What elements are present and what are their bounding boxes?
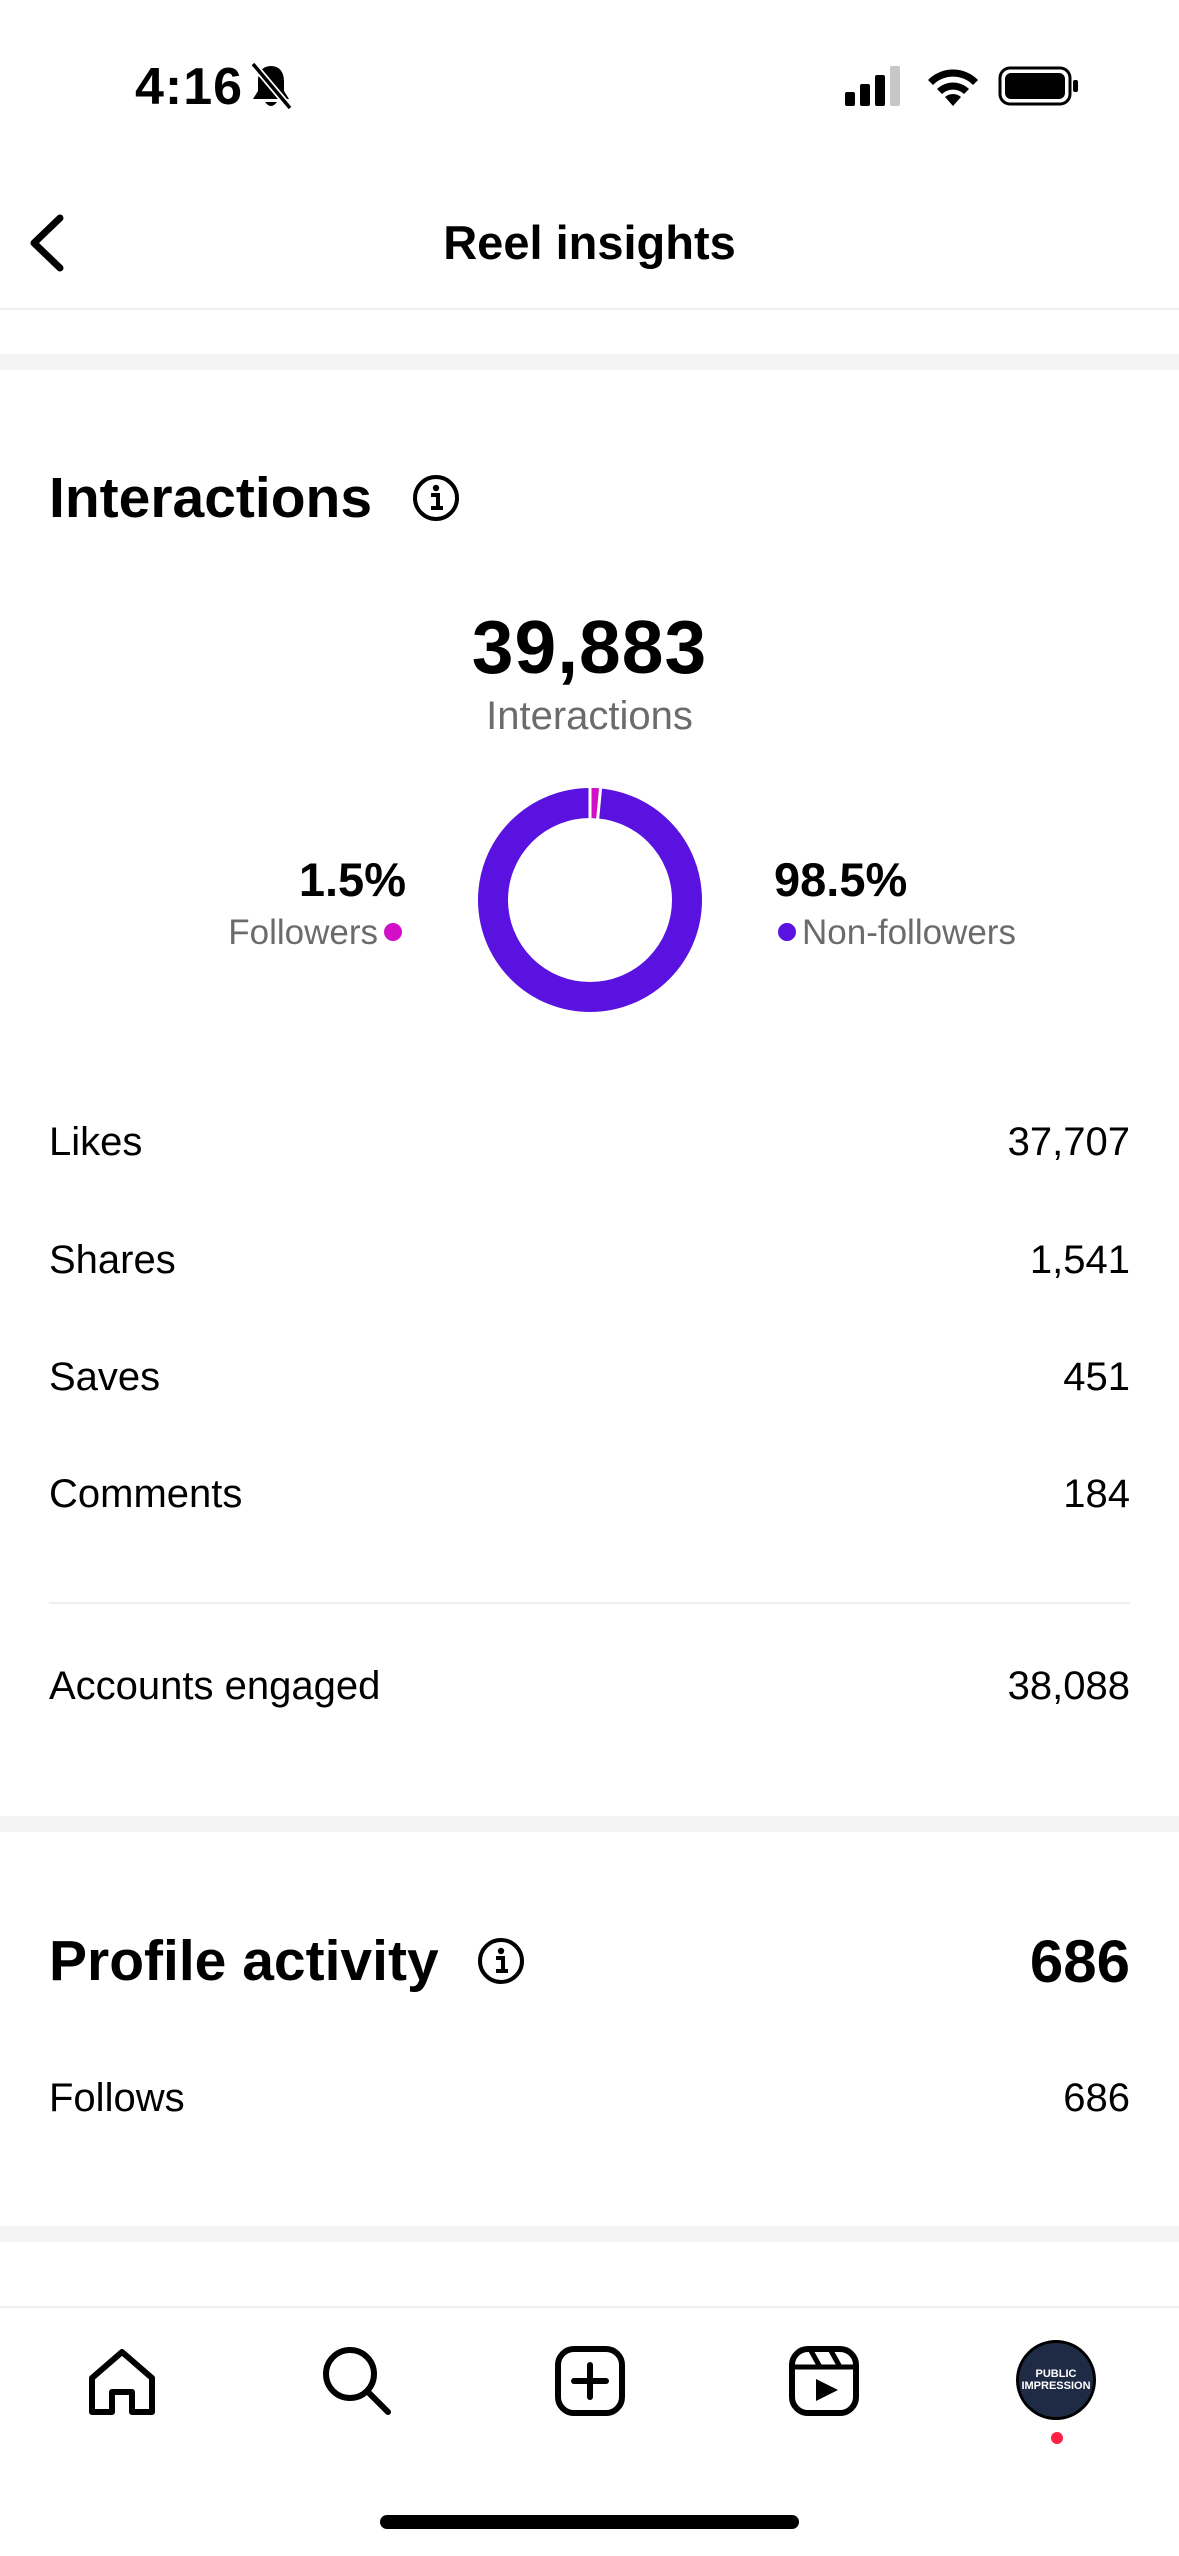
tabbar-divider xyxy=(0,2306,1179,2308)
reels-icon[interactable] xyxy=(786,2343,862,2419)
comments-label: Comments xyxy=(49,1472,243,1516)
notification-dot xyxy=(1051,2432,1063,2444)
accounts-engaged-label: Accounts engaged xyxy=(49,1664,381,1708)
home-icon[interactable] xyxy=(84,2344,160,2420)
cellular-signal-icon xyxy=(845,66,900,106)
avatar-text-line-1: PUBLIC xyxy=(1035,2368,1077,2380)
followers-donut-chart xyxy=(478,788,702,1012)
nonfollowers-percent: 98.5% xyxy=(774,853,908,906)
comments-value: 184 xyxy=(1063,1472,1130,1516)
follows-label: Follows xyxy=(49,2076,185,2120)
section-separator xyxy=(0,2226,1179,2242)
likes-label: Likes xyxy=(49,1120,143,1164)
nonfollowers-legend-dot xyxy=(778,922,796,941)
avatar-text-line-2: IMPRESSION xyxy=(1021,2380,1091,2392)
bell-muted-icon xyxy=(250,61,293,111)
section-separator xyxy=(0,354,1179,370)
header-divider xyxy=(0,308,1179,310)
followers-legend: Followers xyxy=(0,910,408,956)
create-icon[interactable] xyxy=(552,2343,628,2419)
followers-percent: 1.5% xyxy=(298,853,406,906)
followers-legend-label: Followers xyxy=(228,913,378,952)
section-separator xyxy=(0,1816,1179,1832)
shares-value: 1,541 xyxy=(1029,1238,1130,1282)
interactions-total-label: Interactions xyxy=(486,694,693,738)
home-indicator xyxy=(380,2515,799,2529)
info-icon[interactable] xyxy=(412,474,460,522)
likes-value: 37,707 xyxy=(1007,1120,1130,1164)
nonfollowers-legend-label: Non-followers xyxy=(802,913,1016,952)
search-icon[interactable] xyxy=(318,2342,394,2418)
accounts-engaged-value: 38,088 xyxy=(1007,1664,1130,1708)
interactions-total: 39,883 xyxy=(471,605,708,689)
row-divider xyxy=(49,1602,1130,1604)
battery-icon xyxy=(998,66,1078,106)
saves-value: 451 xyxy=(1063,1355,1130,1399)
profile-activity-title: Profile activity xyxy=(49,1929,439,1993)
nonfollowers-legend: Non-followers xyxy=(772,910,1016,956)
info-icon[interactable] xyxy=(477,1937,525,1985)
status-time: 4:16 xyxy=(135,58,244,116)
follows-value: 686 xyxy=(1063,2076,1130,2120)
wifi-icon xyxy=(928,69,978,106)
saves-label: Saves xyxy=(49,1355,161,1399)
followers-legend-dot xyxy=(384,922,402,941)
profile-avatar[interactable]: PUBLIC IMPRESSION xyxy=(1016,2340,1096,2420)
interactions-title: Interactions xyxy=(49,466,373,530)
shares-label: Shares xyxy=(49,1238,176,1282)
page-title: Reel insights xyxy=(443,216,736,269)
profile-activity-total: 686 xyxy=(1029,1928,1130,1995)
donut-nonfollowers-segment xyxy=(478,788,702,1012)
